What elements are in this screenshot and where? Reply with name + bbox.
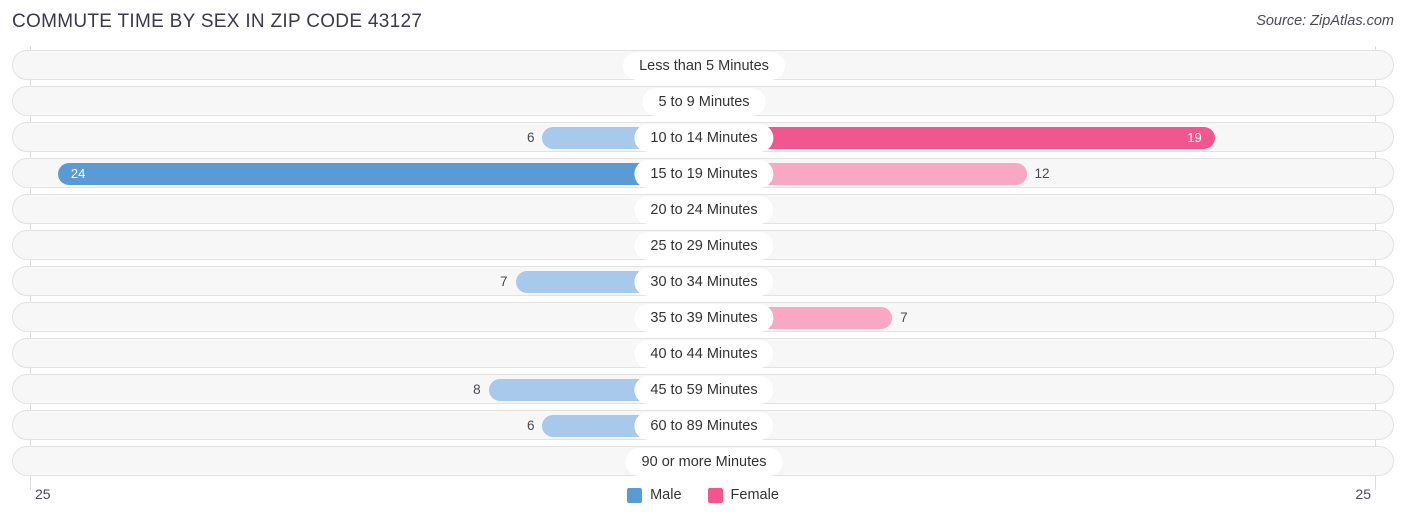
category-label: 20 to 24 Minutes <box>634 196 774 224</box>
category-label: 10 to 14 Minutes <box>634 124 774 152</box>
table-row: 7030 to 34 Minutes <box>12 266 1394 296</box>
table-row: 0020 to 24 Minutes <box>12 194 1394 224</box>
table-row: 6 19 10 to 14 Minutes <box>12 122 1394 152</box>
table-row: 00Less than 5 Minutes <box>12 50 1394 80</box>
bar-value-female: 7 <box>900 310 908 325</box>
category-label: Less than 5 Minutes <box>623 52 785 80</box>
legend-swatch-icon <box>627 487 643 503</box>
source-attribution: Source: ZipAtlas.com <box>1256 13 1394 29</box>
bar-value-female: 12 <box>1034 166 1050 181</box>
category-label: 60 to 89 Minutes <box>634 412 774 440</box>
plot-area: 00Less than 5 Minutes 005 to 9 Minutes 6 19… <box>0 46 1406 490</box>
category-label: 25 to 29 Minutes <box>634 232 774 260</box>
category-label: 40 to 44 Minutes <box>634 340 774 368</box>
commute-time-chart: COMMUTE TIME BY SEX IN ZIP CODE 43127 So… <box>0 0 1406 523</box>
chart-header: COMMUTE TIME BY SEX IN ZIP CODE 43127 So… <box>0 0 1406 46</box>
bar-male: 24 <box>57 163 704 185</box>
category-label: 35 to 39 Minutes <box>634 304 774 332</box>
category-label: 30 to 34 Minutes <box>634 268 774 296</box>
bar-value-male: 6 <box>526 418 535 433</box>
legend-label: Male <box>650 487 682 503</box>
bar-value-female: 19 <box>1187 130 1202 145</box>
legend-item-female[interactable]: Female <box>707 487 779 503</box>
category-label: 5 to 9 Minutes <box>642 88 766 116</box>
table-row: 8045 to 59 Minutes <box>12 374 1394 404</box>
table-row: 0025 to 29 Minutes <box>12 230 1394 260</box>
table-row: 24 12 15 to 19 Minutes <box>12 158 1394 188</box>
bar-value-male: 8 <box>473 382 481 397</box>
table-row: 0090 or more Minutes <box>12 446 1394 476</box>
chart-legend: Male Female <box>0 487 1406 503</box>
table-row: 005 to 9 Minutes <box>12 86 1394 116</box>
bar-value-male: 6 <box>526 130 535 145</box>
legend-item-male[interactable]: Male <box>627 487 682 503</box>
legend-swatch-icon <box>707 487 723 503</box>
table-row: 0040 to 44 Minutes <box>12 338 1394 368</box>
category-label: 90 or more Minutes <box>625 448 783 476</box>
category-label: 15 to 19 Minutes <box>634 160 774 188</box>
legend-label: Female <box>730 487 779 503</box>
bar-female: 19 <box>704 127 1215 149</box>
table-row: 6060 to 89 Minutes <box>12 410 1394 440</box>
chart-footer: 25 25 Male Female <box>0 482 1406 523</box>
bar-value-male: 7 <box>500 274 508 289</box>
table-row: 0735 to 39 Minutes <box>12 302 1394 332</box>
page-title: COMMUTE TIME BY SEX IN ZIP CODE 43127 <box>12 11 423 32</box>
bar-value-male: 24 <box>70 166 86 181</box>
category-label: 45 to 59 Minutes <box>634 376 774 404</box>
